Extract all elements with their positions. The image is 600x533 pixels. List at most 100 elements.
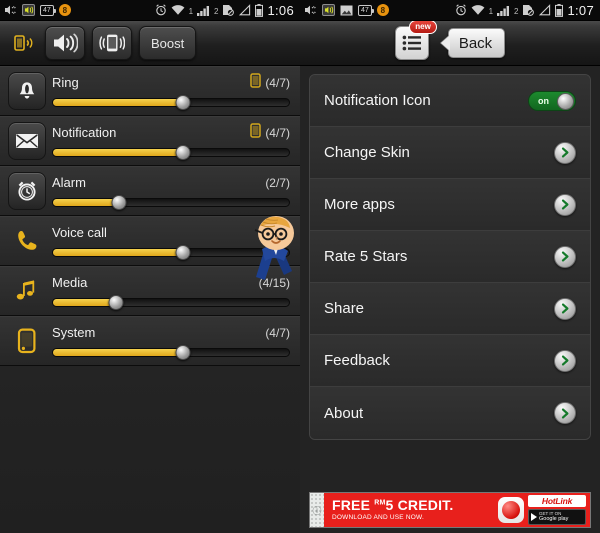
chevron-right-icon[interactable] bbox=[554, 297, 576, 320]
slider-thumb[interactable] bbox=[108, 294, 124, 310]
ad-headline: FREE RM5 CREDIT. bbox=[332, 498, 453, 512]
boost-button[interactable]: Boost bbox=[139, 26, 197, 60]
alarm-icon bbox=[455, 4, 467, 17]
settings-control bbox=[554, 349, 576, 372]
notification-icon-toggle[interactable]: on bbox=[528, 90, 576, 111]
settings-row-notification-icon[interactable]: Notification Icon on bbox=[310, 75, 590, 127]
status-bar-clock: 1:07 bbox=[567, 2, 594, 18]
volume-row-header: Alarm (2/7) bbox=[52, 173, 294, 193]
volume-slider-ring[interactable] bbox=[52, 94, 290, 110]
phone-call-icon bbox=[8, 222, 46, 260]
slider-fill bbox=[53, 298, 116, 306]
play-triangle-icon bbox=[531, 512, 537, 521]
chevron-right-icon[interactable] bbox=[554, 349, 576, 372]
toggle-knob bbox=[557, 92, 574, 110]
back-button[interactable]: Back bbox=[447, 28, 506, 58]
volume-label: System bbox=[52, 325, 96, 340]
list-menu-icon[interactable]: new bbox=[394, 20, 437, 60]
settings-control bbox=[554, 402, 576, 424]
status-bar-clock: 1:06 bbox=[267, 2, 294, 18]
slider-thumb[interactable] bbox=[175, 144, 191, 160]
volume-row-content: Alarm (2/7) bbox=[52, 173, 294, 210]
ad-text: FREE RM5 CREDIT. DOWNLOAD AND USE NOW. bbox=[332, 498, 453, 522]
vibrate-button[interactable] bbox=[92, 26, 132, 60]
settings-row-about[interactable]: About bbox=[310, 387, 590, 439]
volume-row-content: System (4/7) bbox=[52, 323, 294, 360]
sim1-label: 1 bbox=[488, 6, 494, 16]
volume-label: Alarm bbox=[52, 175, 86, 190]
play-badge-small: GET IT ON bbox=[539, 511, 562, 517]
speaker-icon bbox=[22, 4, 35, 17]
volume-row-header: Ring (4/7) bbox=[52, 72, 294, 93]
volume-slider-notification[interactable] bbox=[52, 144, 290, 160]
volume-slider-media[interactable] bbox=[52, 294, 290, 310]
settings-row-feedback[interactable]: Feedback bbox=[310, 335, 590, 387]
volume-slider-system[interactable] bbox=[52, 344, 290, 360]
mute-icon bbox=[304, 4, 317, 17]
volume-row-system[interactable]: System (4/7) bbox=[0, 316, 300, 366]
battery-percent-icon: 47 bbox=[40, 4, 56, 16]
volume-count: (4/7) bbox=[265, 75, 290, 90]
vibrate-mode-button[interactable] bbox=[8, 26, 38, 60]
chevron-right-icon[interactable] bbox=[554, 193, 576, 216]
red-ball-icon bbox=[498, 497, 524, 523]
slider-thumb[interactable] bbox=[175, 94, 191, 110]
chevron-right-icon[interactable] bbox=[554, 402, 576, 424]
status-bar-left-icons: 47 8 bbox=[304, 4, 389, 17]
settings-row-share[interactable]: Share bbox=[310, 283, 590, 335]
phone-screen-left: 47 8 1 2 1:06 Boost Ring (4/7) Notificat… bbox=[0, 0, 300, 533]
ad-content[interactable]: FREE RM5 CREDIT. DOWNLOAD AND USE NOW. H… bbox=[324, 493, 590, 527]
app-toolbar-left: Boost bbox=[0, 21, 300, 66]
app-badge-icon: 8 bbox=[376, 4, 389, 16]
volume-row-header: Notification (4/7) bbox=[52, 122, 294, 143]
volume-row-alarm[interactable]: Alarm (2/7) bbox=[0, 166, 300, 216]
play-badge-main: Google play bbox=[539, 516, 569, 523]
envelope-icon bbox=[8, 121, 46, 160]
volume-count: (2/7) bbox=[265, 175, 290, 190]
status-bar-right: 47 8 1 2 1:07 bbox=[300, 0, 600, 21]
google-play-badge[interactable]: GET IT ON Google play bbox=[528, 509, 586, 525]
phone-vibrate-icon bbox=[250, 122, 262, 143]
slider-thumb[interactable] bbox=[111, 194, 127, 210]
chevron-right-icon[interactable] bbox=[554, 245, 576, 268]
slider-fill bbox=[53, 148, 182, 156]
status-bar-right-icons: 1 2 1:07 bbox=[455, 3, 596, 18]
settings-row-more-apps[interactable]: More apps bbox=[310, 179, 590, 231]
volume-label: Media bbox=[52, 275, 88, 290]
info-icon[interactable]: ⓘ bbox=[310, 493, 324, 527]
status-bar-right-icons: 1 2 1:06 bbox=[155, 3, 296, 18]
volume-count: (4/7) bbox=[265, 325, 290, 340]
sim1-label: 1 bbox=[188, 6, 194, 16]
music-note-icon bbox=[8, 272, 46, 310]
volume-label: Ring bbox=[52, 75, 79, 90]
volume-label: Notification bbox=[52, 125, 117, 140]
volume-row-notification[interactable]: Notification (4/7) bbox=[0, 116, 300, 166]
volume-row-header: System (4/7) bbox=[52, 323, 294, 343]
speaker-volume-button[interactable] bbox=[45, 26, 85, 60]
toggle-label: on bbox=[538, 95, 549, 106]
signal-empty-icon bbox=[538, 4, 551, 17]
slider-thumb[interactable] bbox=[175, 244, 191, 260]
battery-icon bbox=[555, 3, 564, 17]
volume-row-content: Notification (4/7) bbox=[52, 122, 294, 160]
settings-card: Notification Icon on Change Skin More ap… bbox=[309, 74, 591, 440]
alarm-clock-icon bbox=[8, 171, 46, 210]
volume-meta: (2/7) bbox=[265, 176, 294, 190]
app-toolbar-right: new Back bbox=[300, 20, 600, 66]
settings-label: Share bbox=[324, 300, 365, 317]
settings-control bbox=[554, 297, 576, 320]
volume-meta: (4/7) bbox=[250, 122, 294, 143]
slider-fill bbox=[53, 198, 118, 206]
settings-row-rate-5-stars[interactable]: Rate 5 Stars bbox=[310, 231, 590, 283]
mute-icon bbox=[4, 4, 17, 17]
dual-phone-screenshot: 47 8 1 2 1:06 Boost Ring (4/7) Notificat… bbox=[0, 0, 600, 533]
slider-thumb[interactable] bbox=[175, 344, 191, 360]
volume-count: (4/7) bbox=[265, 125, 290, 140]
volume-meta: (4/7) bbox=[265, 326, 294, 340]
volume-row-ring[interactable]: Ring (4/7) bbox=[0, 66, 300, 116]
settings-row-change-skin[interactable]: Change Skin bbox=[310, 127, 590, 179]
chevron-right-icon[interactable] bbox=[554, 141, 576, 164]
ad-banner[interactable]: ⓘ FREE RM5 CREDIT. DOWNLOAD AND USE NOW.… bbox=[309, 492, 591, 528]
settings-control bbox=[554, 245, 576, 268]
volume-slider-alarm[interactable] bbox=[52, 194, 290, 210]
